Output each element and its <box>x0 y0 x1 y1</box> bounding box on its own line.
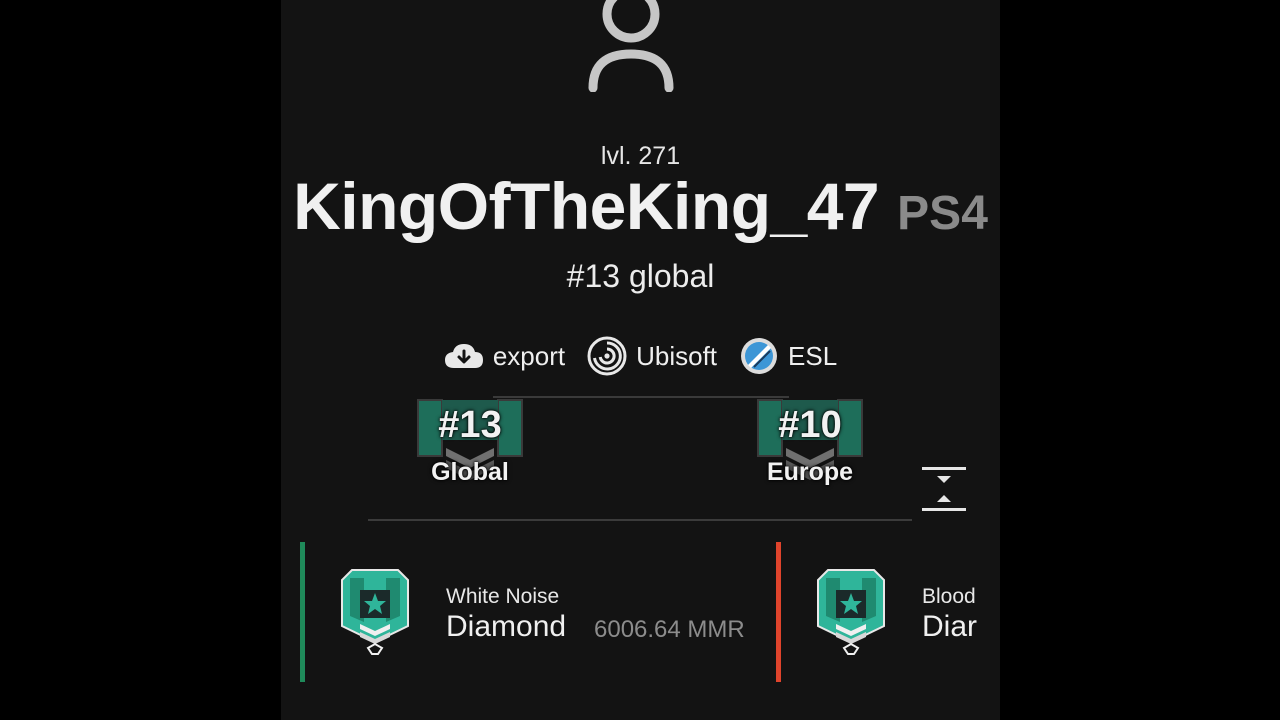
leaderboard-global-rank: #13 <box>438 404 502 446</box>
export-label: export <box>492 340 566 371</box>
ubisoft-logo-icon <box>587 336 627 376</box>
collapse-vertical-icon[interactable] <box>922 463 966 515</box>
ubisoft-label: Ubisoft <box>636 340 718 371</box>
esl-logo-icon <box>741 338 778 374</box>
leaderboard-global-label: Global <box>431 458 509 486</box>
season-mmr: 6006.64 MMR <box>594 616 745 643</box>
diamond-rank-icon <box>817 569 885 655</box>
section-divider <box>368 519 912 521</box>
avatar-icon <box>588 0 674 92</box>
season-rank: Diar <box>922 610 978 643</box>
leaderboard-europe[interactable]: #10 Europe <box>756 398 864 498</box>
season-card-white-noise[interactable]: White Noise Diamond 6006.64 MMR <box>300 542 770 682</box>
season-rank: Diamond <box>446 610 567 643</box>
player-level: lvl. 271 <box>600 142 681 170</box>
leaderboard-connector <box>493 396 789 398</box>
esl-label: ESL <box>788 340 838 371</box>
platform-badge: PS4 <box>897 187 988 240</box>
profile-links: export Ubisoft ESL <box>281 336 1000 376</box>
profile-screen: lvl. 271 KingOfTheKing_47 PS4 #13 global … <box>281 0 1000 720</box>
leaderboard-global[interactable]: #13 Global <box>416 398 524 498</box>
season-accent-bar <box>776 542 781 682</box>
global-rank-text: #13 global <box>566 258 715 294</box>
leaderboard-europe-rank: #10 <box>778 404 842 446</box>
season-accent-bar <box>300 542 305 682</box>
player-name-row: KingOfTheKing_47 PS4 <box>281 168 1000 244</box>
season-name: Blood <box>922 585 976 608</box>
cloud-download-icon <box>444 344 483 368</box>
diamond-rank-icon <box>341 569 409 655</box>
season-name: White Noise <box>446 585 560 608</box>
username: KingOfTheKing_47 <box>293 169 880 243</box>
ubisoft-link[interactable]: Ubisoft <box>587 336 717 376</box>
export-link[interactable]: export <box>444 341 565 372</box>
season-card-blood-orchid[interactable]: Blood Diar <box>776 542 1000 682</box>
esl-link[interactable]: ESL <box>739 336 837 376</box>
leaderboard-europe-label: Europe <box>766 458 854 486</box>
